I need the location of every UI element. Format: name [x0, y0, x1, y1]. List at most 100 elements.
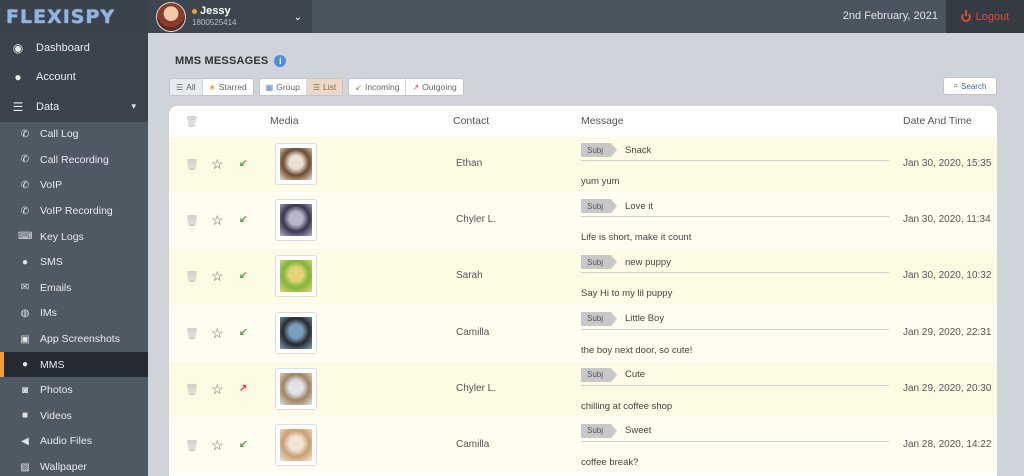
sidebar-item-call-log[interactable]: ✆ Call Log — [0, 121, 148, 148]
trash-icon[interactable]: 🗑 — [185, 383, 199, 396]
star-icon[interactable]: ☆ — [211, 381, 224, 398]
sidebar-item-emails[interactable]: ✉ Emails — [0, 275, 148, 301]
filter-starred-button[interactable]: ★ Starred — [203, 79, 253, 95]
search-button[interactable]: ⌕ Search — [943, 77, 997, 95]
grid-icon: ▦ — [265, 82, 274, 92]
media-thumbnail[interactable] — [275, 367, 317, 410]
subject: Subj Love it — [581, 199, 654, 214]
user-switcher[interactable]: Jessy 1800525414 ⌄ — [148, 0, 312, 33]
table-row[interactable]: 🗑 ☆ ↙ Sarah Subj new puppy Say Hi to my … — [169, 249, 997, 306]
sidebar-item-photos[interactable]: ◙ Photos — [0, 377, 148, 404]
user-name: Jessy — [200, 4, 231, 17]
envelope-icon: ✉ — [20, 282, 30, 294]
media-thumbnail[interactable] — [275, 423, 317, 466]
datetime: Jan 29, 2020, 22:31 — [903, 326, 992, 338]
incoming-arrow-icon: ↙ — [239, 270, 248, 282]
phone-recording-icon: ✆ — [20, 154, 30, 166]
star-icon[interactable]: ☆ — [211, 325, 224, 342]
outgoing-arrow-icon: ↗ — [239, 382, 248, 394]
incoming-arrow-icon: ↙ — [239, 158, 248, 169]
media-thumbnail[interactable] — [275, 143, 317, 185]
trash-icon[interactable]: 🗑 — [185, 158, 199, 171]
table-row[interactable]: 🗑 ☆ ↙ Ethan Subj Snack yum yum Jan 30, 2… — [169, 137, 997, 194]
trash-icon[interactable]: 🗑 — [185, 270, 199, 283]
sidebar-item-dashboard[interactable]: ◉ Dashboard — [0, 33, 148, 63]
sidebar-item-mms[interactable]: ● MMS — [0, 351, 148, 378]
image-icon: ▨ — [20, 461, 30, 473]
sidebar-item-call-recording[interactable]: ✆ Call Recording — [0, 147, 148, 173]
header-contact: Contact — [453, 115, 490, 127]
contact-name: Camilla — [456, 438, 490, 450]
subject: Subj Cute — [581, 367, 646, 382]
info-icon[interactable]: i — [274, 55, 287, 67]
message-text: yum yum — [581, 176, 620, 187]
sidebar-item-sms[interactable]: ● SMS — [0, 249, 148, 276]
user-phone: 1800525414 — [192, 17, 237, 27]
page-title: MMS MESSAGES i — [175, 55, 287, 67]
filter-all-button[interactable]: ☰ All — [170, 79, 203, 95]
view-list-button[interactable]: ☰ List — [306, 79, 343, 95]
datetime: Jan 30, 2020, 15:35 — [903, 158, 992, 169]
table-row[interactable]: 🗑 ☆ ↙ Chyler L. Subj Love it Life is sho… — [169, 193, 997, 250]
contact-name: Sarah — [456, 270, 483, 282]
filter-outgoing-button[interactable]: ↗ Outgoing — [406, 79, 462, 95]
view-group-button[interactable]: ▦ Group — [260, 79, 307, 95]
media-thumbnail[interactable] — [275, 311, 317, 354]
divider — [581, 216, 889, 218]
subject-text: new puppy — [625, 256, 671, 268]
power-icon — [960, 9, 971, 22]
database-icon: ☰ — [12, 99, 24, 114]
media-thumbnail[interactable] — [275, 199, 317, 242]
sidebar-item-key-logs[interactable]: ⌨ Key Logs — [0, 223, 148, 250]
sidebar-item-voip[interactable]: ✆ VoIP — [0, 172, 148, 199]
datetime: Jan 30, 2020, 10:32 — [903, 270, 992, 282]
star-icon[interactable]: ☆ — [211, 437, 224, 454]
star-icon[interactable]: ☆ — [211, 156, 224, 173]
table-row[interactable]: 🗑 ☆ ↗ Chyler L. Subj Cute chilling at co… — [169, 361, 997, 418]
outgoing-arrow-icon: ↗ — [412, 82, 420, 92]
table-row[interactable]: 🗑 ☆ ↙ Camilla Subj Little Boy the boy ne… — [169, 305, 997, 362]
screenshot-icon: ▣ — [20, 333, 30, 345]
filter-incoming-button[interactable]: ↙ Incoming — [349, 79, 407, 95]
sidebar-item-account[interactable]: ● Account — [0, 63, 148, 93]
subj-tag: Subj — [581, 255, 618, 270]
chevron-down-icon[interactable]: ⌄ — [294, 12, 302, 23]
user-icon: ● — [14, 70, 22, 85]
subject-text: Cute — [625, 369, 646, 381]
filter-bar: ☰ All ★ Starred ▦ Group ☰ List ↙ Incoming ↗ Ou… — [169, 78, 464, 96]
sidebar-item-ims[interactable]: ◍ IMs — [0, 300, 148, 327]
trash-icon[interactable]: 🗑 — [185, 327, 199, 340]
sidebar-item-wallpaper[interactable]: ▨ Wallpaper — [0, 454, 148, 476]
sidebar-item-voip-recording[interactable]: ✆ VoIP Recording — [0, 198, 148, 224]
subj-tag: Subj — [581, 143, 618, 157]
chat-bubble-icon: ● — [21, 256, 29, 268]
divider — [581, 272, 889, 274]
star-icon[interactable]: ☆ — [211, 212, 224, 229]
media-thumbnail[interactable] — [275, 255, 317, 298]
mms-image — [280, 260, 312, 293]
mms-image — [280, 316, 312, 349]
sidebar-item-data[interactable]: ☰ Data ▾ — [0, 92, 148, 122]
speaker-icon: ◀ — [21, 435, 29, 447]
divider — [581, 160, 889, 161]
voip-recording-icon: ✆ — [20, 205, 30, 217]
sidebar-item-videos[interactable]: ■ Videos — [0, 403, 148, 429]
star-icon: ★ — [208, 82, 216, 92]
subj-tag: Subj — [581, 199, 618, 214]
trash-icon[interactable]: 🗑 — [185, 115, 198, 128]
logout-button[interactable]: Logout — [946, 0, 1024, 33]
logo-text: FLEXISPY — [6, 5, 116, 28]
logo[interactable]: FLEXISPY — [0, 0, 148, 33]
incoming-arrow-icon: ↙ — [355, 82, 362, 92]
star-icon[interactable]: ☆ — [211, 268, 224, 285]
subject-text: Love it — [625, 200, 654, 212]
table-row[interactable]: 🗑 ☆ ↙ Camilla Subj Sweet coffee break? J… — [169, 417, 997, 475]
trash-icon[interactable]: 🗑 — [185, 214, 199, 227]
video-icon: ■ — [21, 410, 29, 422]
top-bar: FLEXISPY Jessy 1800525414 ⌄ 2nd February… — [0, 0, 1024, 33]
message-text: the boy next door, so cute! — [581, 344, 693, 356]
sidebar-item-audio-files[interactable]: ◀ Audio Files — [0, 428, 148, 455]
trash-icon[interactable]: 🗑 — [185, 439, 199, 452]
subject: Subj Little Boy — [581, 311, 664, 326]
sidebar-item-app-screenshots[interactable]: ▣ App Screenshots — [0, 326, 148, 352]
